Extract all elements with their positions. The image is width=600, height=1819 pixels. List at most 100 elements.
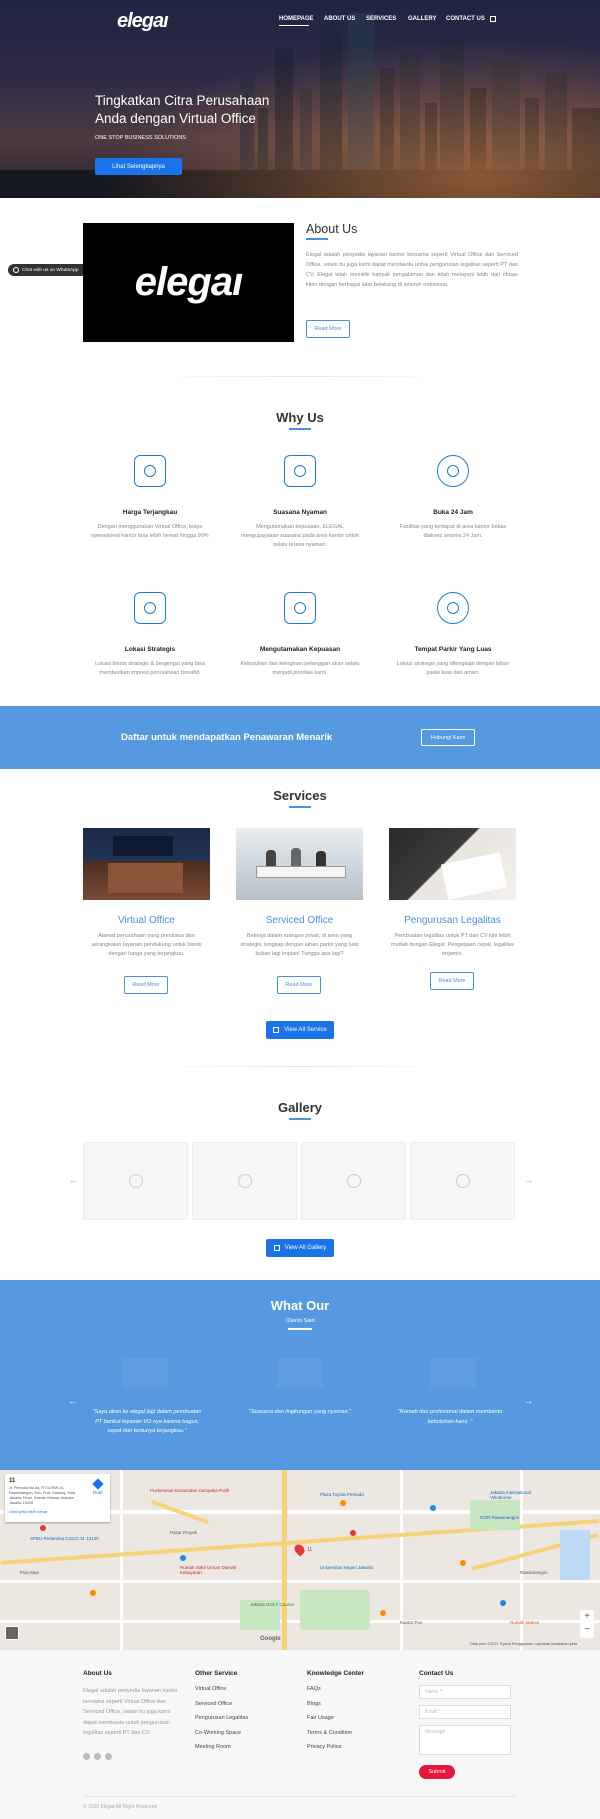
map-label: Universitas Negeri Jakarta — [320, 1565, 373, 1570]
testimonials-prev-icon[interactable]: ← — [68, 1396, 77, 1406]
cta-contact-button[interactable]: Hubungi Kami — [421, 729, 475, 746]
map-layer-toggle[interactable] — [5, 1626, 19, 1640]
loading-spinner-icon — [128, 1174, 143, 1188]
service-desc: Bekerja dalam ruangan privat, di area ya… — [240, 933, 359, 957]
service-read-more-button[interactable]: Read More — [277, 976, 321, 994]
about-read-more-button[interactable]: Read More — [306, 320, 350, 338]
language-flag-icon[interactable] — [490, 16, 496, 22]
view-all-gallery-button[interactable]: View All Gallery — [266, 1239, 334, 1257]
footer-message-field[interactable]: Message — [419, 1725, 511, 1755]
map-label: Jakarta GOLF Course — [250, 1602, 295, 1607]
feature-title: Lokasi Strategis — [124, 646, 176, 653]
footer-name-field[interactable]: Name * — [419, 1685, 511, 1699]
footer-divider — [83, 1796, 517, 1797]
gallery-item[interactable] — [83, 1142, 188, 1220]
client-logo — [122, 1358, 168, 1388]
cta-text: Daftar untuk mendapatkan Penawaran Menar… — [121, 732, 333, 743]
nav-homepage[interactable]: HOMEPAGE — [279, 16, 314, 22]
service-read-more-button[interactable]: Read More — [124, 976, 168, 994]
testimonial-quote: "Suasana dan lingkungan yang nyaman." — [248, 1409, 352, 1415]
feature-desc: Lokasi strategis yang dilengkapi dengan … — [396, 661, 510, 676]
gallery-item[interactable] — [301, 1142, 406, 1220]
virtual-office-image — [83, 828, 210, 900]
footer-about-title: About Us — [83, 1670, 112, 1677]
services-underline — [289, 806, 311, 808]
footer-link[interactable]: Fair Usage — [307, 1715, 334, 1721]
footer-link[interactable]: Privacy Police — [307, 1744, 342, 1750]
serviced-office-image — [236, 828, 363, 900]
map-label: Rawamangun — [520, 1570, 548, 1575]
whatsapp-chat-button[interactable]: Chat with us on WhatsApp — [8, 264, 88, 276]
brand-logo[interactable]: elegaı — [117, 10, 169, 33]
loading-spinner-icon — [455, 1174, 470, 1188]
nav-gallery[interactable]: GALLERY — [408, 16, 436, 22]
gallery-prev-icon[interactable]: ← — [69, 1175, 78, 1185]
footer-contact-title: Contact Us — [419, 1670, 454, 1677]
google-logo: Google — [260, 1636, 281, 1642]
section-divider-2 — [140, 1066, 460, 1067]
footer-link[interactable]: Meeting Room — [195, 1744, 231, 1750]
feature-desc: Dengan menggunakan Virtual Office, biaya… — [91, 524, 209, 539]
footer-link[interactable]: Serviced Office — [195, 1701, 232, 1707]
service-title: Virtual Office — [118, 915, 175, 926]
gallery-item[interactable] — [192, 1142, 297, 1220]
copyright: © 2020 Elegal All Right Reserved — [83, 1804, 158, 1810]
gallery-underline — [289, 1118, 311, 1120]
footer-link[interactable]: FAQs — [307, 1686, 321, 1692]
gallery-next-icon[interactable]: → — [524, 1175, 533, 1185]
money-hand-icon — [134, 455, 166, 487]
instagram-icon[interactable] — [94, 1753, 101, 1760]
nav-about[interactable]: ABOUT US — [324, 16, 355, 22]
map-label: Rumah Sakit Umum Daerah Kebayoran — [180, 1565, 237, 1575]
testimonials-underline — [288, 1328, 312, 1330]
services-title: Services — [273, 788, 327, 803]
footer-email-field[interactable]: Email * — [419, 1705, 511, 1719]
view-all-service-button[interactable]: View All Service — [266, 1021, 334, 1039]
directions-icon — [92, 1478, 104, 1490]
hero-cta-button[interactable]: Lihat Selengkapnya — [95, 158, 182, 175]
map-attribution[interactable]: Data peta ©2021 Syarat Penggunaan Lapork… — [470, 1642, 577, 1646]
feature-title: Mengutamakan Kepuasan — [259, 646, 341, 653]
map-directions[interactable]: Rute — [92, 1478, 104, 1495]
service-read-more-button[interactable]: Read More — [430, 972, 474, 990]
map-label: Pasar Proyek — [170, 1530, 198, 1535]
view-all-gallery-label: View All Gallery — [284, 1245, 327, 1251]
nav-contact[interactable]: CONTACT US — [446, 16, 485, 22]
feature-desc: Kebutuhan dan keinginan pelanggan akan s… — [240, 661, 360, 676]
facebook-icon[interactable] — [83, 1753, 90, 1760]
map-label: Pulo Mas — [20, 1570, 39, 1575]
loading-spinner-icon — [346, 1174, 361, 1188]
clock-24-icon — [437, 455, 469, 487]
feature-desc: Fasilitas yang terdapat di area kantor b… — [399, 524, 507, 539]
gallery-item[interactable] — [410, 1142, 515, 1220]
footer-link[interactable]: Co-Working Space — [195, 1730, 241, 1736]
parking-car-icon — [437, 592, 469, 624]
footer-link[interactable]: Blogs — [307, 1701, 321, 1707]
testimonials-title: What Our — [270, 1298, 330, 1313]
hero-title-line2: Anda dengan Virtual Office — [95, 111, 256, 126]
footer-link[interactable]: Virtual Office — [195, 1686, 226, 1692]
testimonials-next-icon[interactable]: → — [524, 1396, 533, 1406]
map-pin-label: 11 — [307, 1547, 313, 1553]
nav-active-underline — [279, 25, 309, 26]
map-pin-icon[interactable] — [292, 1542, 307, 1557]
twitter-icon[interactable] — [105, 1753, 112, 1760]
map-label: Puskesmas Kecamatan Cempaka Putih — [150, 1488, 230, 1493]
map-label: Rumah Makan — [510, 1620, 540, 1625]
testimonials-subtitle: Clients Said — [285, 1318, 315, 1324]
about-underline — [306, 238, 328, 240]
about-title: About Us — [306, 222, 358, 236]
footer-link[interactable]: Terms & Condition — [307, 1730, 352, 1736]
nav-services[interactable]: SERVICES — [366, 16, 396, 22]
external-link-icon — [273, 1245, 280, 1251]
footer-link[interactable]: Pengurusan Legalitas — [195, 1715, 248, 1721]
feature-title: Tempat Parkir Yang Luas — [414, 646, 492, 653]
footer-kc-title: Knowledge Center — [307, 1670, 365, 1677]
map-zoom-controls[interactable]: + − — [580, 1610, 594, 1638]
footer-submit-button[interactable]: Submit — [419, 1765, 455, 1779]
hero-title-line1: Tingkatkan Citra Perusahaan — [95, 93, 270, 108]
footer-other-title: Other Service — [195, 1670, 238, 1677]
map-larger-link[interactable]: Lihat peta lebih besar — [9, 1509, 106, 1514]
external-link-icon — [273, 1027, 280, 1033]
about-image: elegaı — [83, 223, 294, 342]
